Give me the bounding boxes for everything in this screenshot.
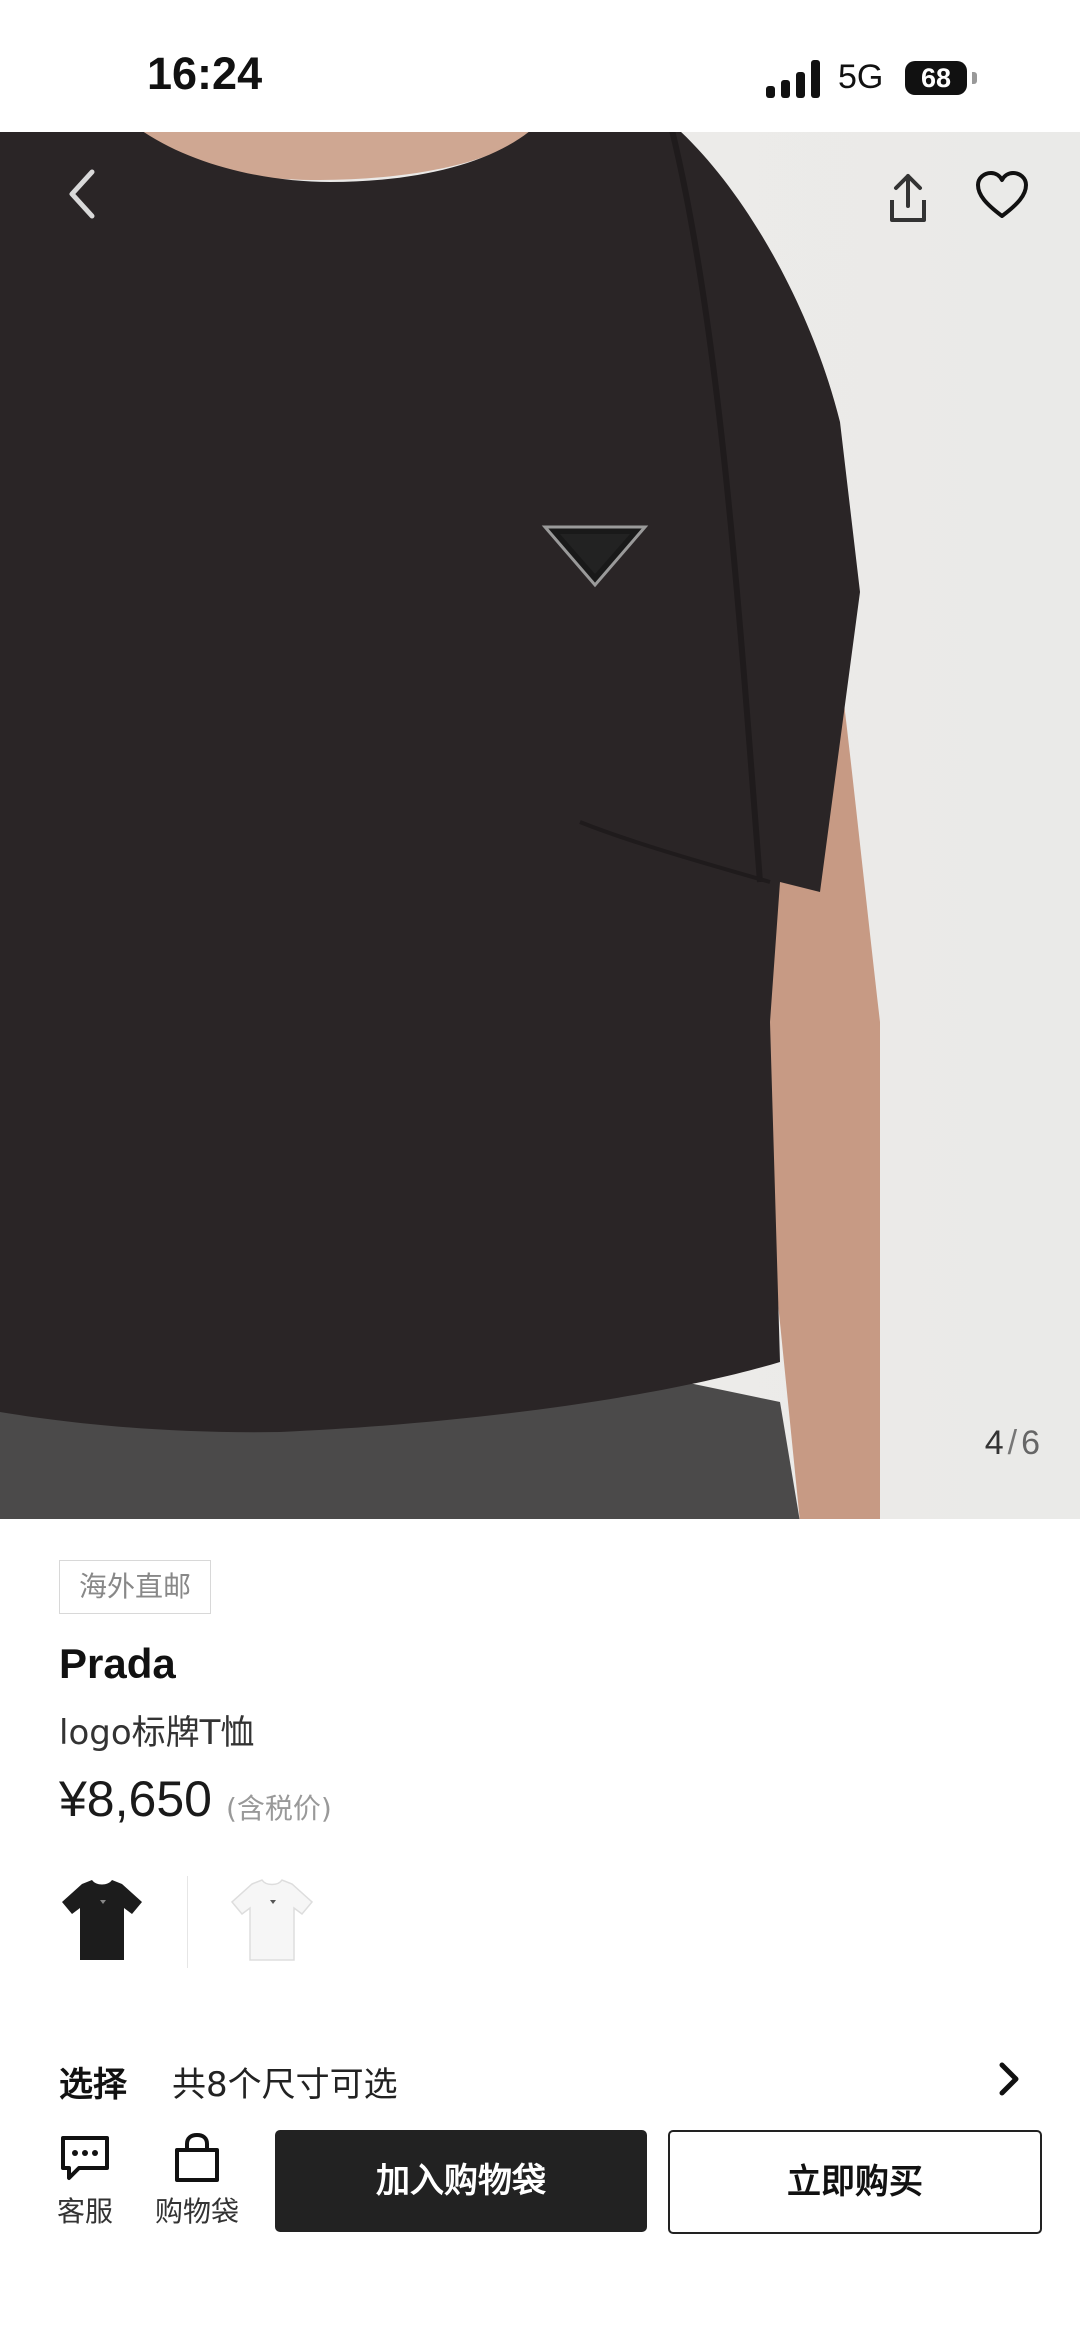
shopping-bag-icon [175,2132,219,2182]
favorite-heart-icon[interactable] [974,168,1030,224]
pager-total: 6 [1021,1424,1040,1462]
chat-icon [61,2136,109,2180]
customer-service-label: 客服 [56,2195,113,2228]
battery-tip [972,72,977,84]
chevron-right-icon [999,2062,1019,2096]
color-swatch-black[interactable] [52,1870,152,1970]
pager-current: 4 [984,1424,1004,1462]
add-to-bag-button[interactable]: 加入购物袋 [275,2130,647,2232]
back-icon[interactable] [62,164,102,224]
signal-icon [766,60,822,98]
product-image-carousel[interactable]: 4/6 [0,132,1080,1519]
network-type: 5G [838,58,884,96]
product-name: logo标牌T恤 [59,1713,255,1753]
image-pager: 4/6 [985,1424,1040,1463]
battery-icon: 68 [905,61,967,95]
buy-now-button[interactable]: 立即购买 [668,2130,1042,2234]
price-tax-note: (含税价) [226,1792,332,1825]
product-photo [0,132,880,1519]
customer-service-button[interactable]: 客服 [50,2132,120,2230]
brand-name[interactable]: Prada [59,1640,176,1688]
shipping-badge: 海外直邮 [59,1560,212,1614]
size-selector-text: 共8个尺寸可选 [172,2065,398,2105]
size-selector[interactable]: 选择 共8个尺寸可选 [0,2045,1080,2120]
swatch-divider [187,1876,188,1968]
status-time: 16:24 [147,48,263,99]
share-icon[interactable] [880,168,936,228]
pager-separator: / [1007,1424,1018,1462]
status-bar: 16:24 5G 68 [0,0,1080,132]
size-selector-label: 选择 [59,2065,127,2105]
color-swatch-white[interactable] [222,1870,322,1970]
product-price: ¥8,650 [59,1771,212,1827]
shopping-bag-label: 购物袋 [154,2195,239,2228]
shopping-bag-button[interactable]: 购物袋 [152,2132,242,2230]
